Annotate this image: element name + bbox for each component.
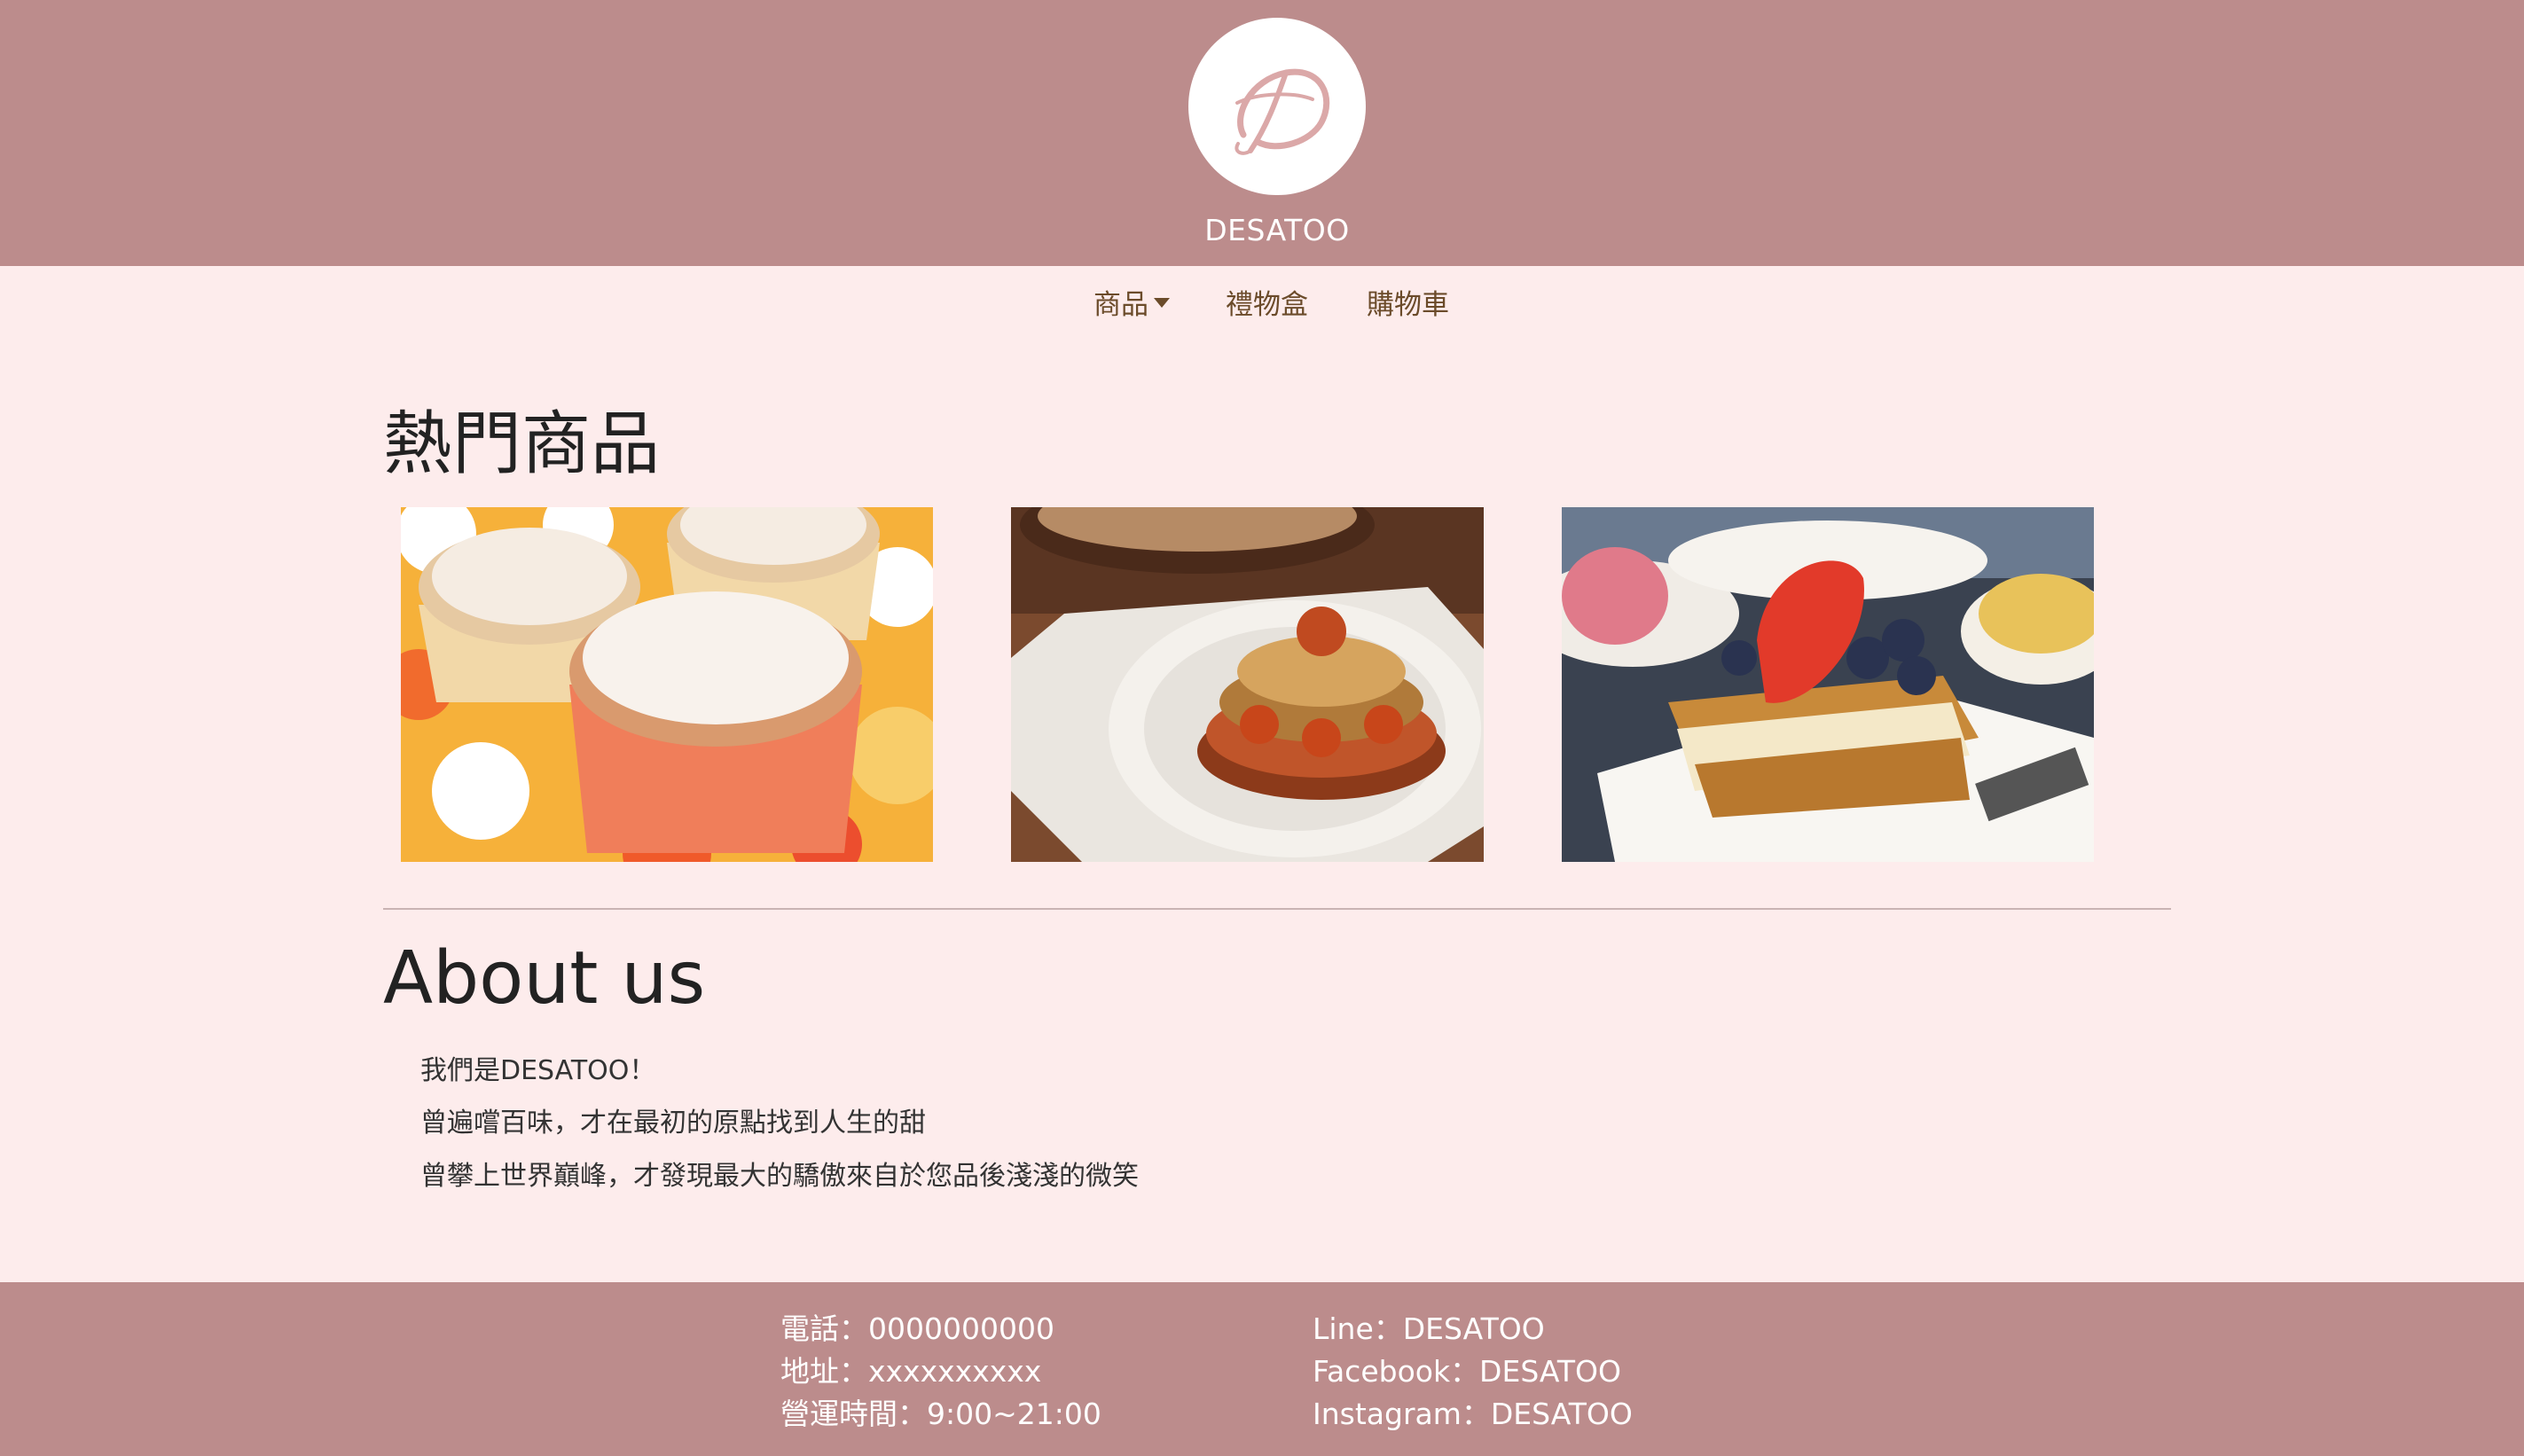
about-text-line: 我們是DESATOO！ <box>420 1055 656 1086</box>
footer-address: 地址：xxxxxxxxxx <box>780 1354 1042 1389</box>
footer-hours: 營運時間：9:00~21:00 <box>780 1397 1101 1431</box>
brand-name: DESATOO <box>1204 213 1350 247</box>
site-footer: 電話：0000000000 地址：xxxxxxxxxx 營運時間：9:00~21… <box>0 1282 2524 1456</box>
main-nav: 商品 禮物盒 購物車 <box>0 266 2524 337</box>
strawberry-mille-feuille-image <box>1562 507 2094 862</box>
nav-item-label: 禮物盒 <box>1226 289 1308 321</box>
product-card-tart[interactable] <box>1011 507 1484 862</box>
about-text-line: 曾攀上世界巔峰，才發現最大的驕傲來自於您品後淺淺的微笑 <box>420 1161 1139 1192</box>
site-header: DESATOO <box>0 0 2524 266</box>
caret-down-icon <box>1154 298 1170 308</box>
saint-honore-tart-image <box>1011 507 1484 862</box>
script-d-logo-icon <box>1235 68 1330 155</box>
section-divider <box>383 908 2171 910</box>
nav-item-label: 商品 <box>1093 289 1148 321</box>
footer-facebook-contact[interactable]: Facebook：DESATOO <box>1313 1348 1621 1390</box>
brand-logo[interactable] <box>1188 18 1366 195</box>
footer-instagram-contact[interactable]: Instagram：DESATOO <box>1313 1390 1633 1433</box>
hot-products-title: 熱門商品 <box>383 404 661 484</box>
footer-line-contact[interactable]: Line：DESATOO <box>1313 1305 1545 1348</box>
footer-phone: 電話：0000000000 <box>780 1311 1054 1346</box>
nav-item-cart[interactable]: 購物車 <box>1367 282 1449 322</box>
product-card-souffle[interactable] <box>401 507 933 862</box>
about-text-line: 曾遍嚐百味，才在最初的原點找到人生的甜 <box>420 1108 926 1139</box>
about-title: About us <box>383 936 706 1021</box>
nav-item-giftbox[interactable]: 禮物盒 <box>1226 282 1308 322</box>
souffle-image <box>401 507 933 862</box>
nav-item-products[interactable]: 商品 <box>1093 282 1170 322</box>
nav-item-label: 購物車 <box>1367 289 1449 321</box>
product-card-mille-feuille[interactable] <box>1562 507 2094 862</box>
